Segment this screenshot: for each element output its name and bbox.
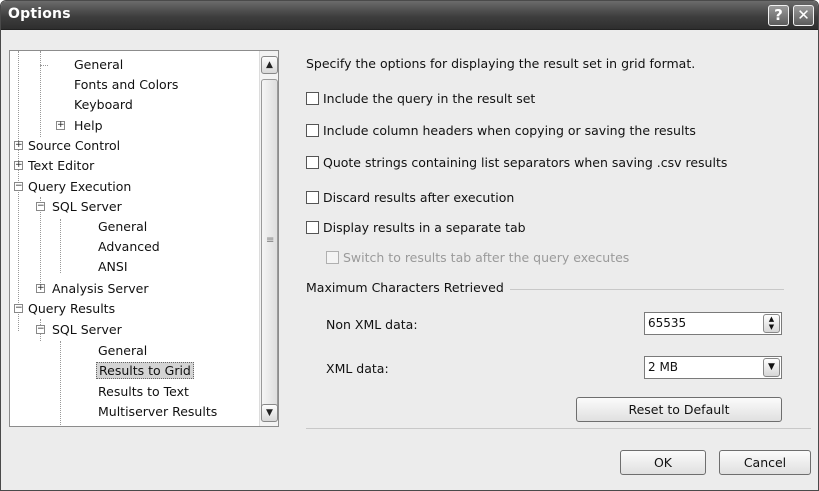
option-label: Discard results after execution	[323, 190, 515, 205]
group-title: Maximum Characters Retrieved	[306, 280, 510, 295]
non-xml-field[interactable]: 65535 ▲ ▼	[644, 312, 782, 335]
cancel-button[interactable]: Cancel	[719, 450, 811, 475]
option-label: Switch to results tab after the query ex…	[343, 250, 630, 265]
spinner-icon[interactable]: ▲ ▼	[763, 314, 780, 333]
scroll-thumb[interactable]: ≡	[261, 79, 278, 409]
tree-item-multiserver-results[interactable]: Multiserver Results	[62, 402, 217, 422]
title-bar[interactable]: Options ? ✕	[1, 1, 818, 30]
collapse-icon[interactable]: −	[14, 304, 23, 313]
quote-strings-option[interactable]: Quote strings containing list separators…	[306, 155, 727, 173]
tree-item-sql-server-execution[interactable]: − SQL Server	[32, 197, 122, 217]
expand-icon[interactable]: +	[14, 161, 23, 170]
tree-item-text-editor[interactable]: + Text Editor	[14, 156, 94, 176]
tree-item-ansi[interactable]: ANSI	[62, 257, 128, 277]
checkbox[interactable]	[306, 191, 319, 204]
dialog-title: Options	[8, 6, 71, 22]
tree-item-fonts-and-colors[interactable]: Fonts and Colors	[42, 75, 178, 95]
collapse-icon[interactable]: −	[14, 182, 23, 191]
checkbox[interactable]	[306, 124, 319, 137]
include-query-option[interactable]: Include the query in the result set	[306, 91, 535, 109]
tree-item-help[interactable]: + Help	[42, 116, 103, 136]
non-xml-label: Non XML data:	[326, 317, 418, 332]
expand-icon[interactable]: +	[56, 121, 65, 130]
tree-connector	[60, 341, 61, 426]
panel-description: Specify the options for displaying the r…	[306, 56, 696, 71]
xml-data-select[interactable]: 2 MB ▼	[644, 356, 782, 379]
expand-icon[interactable]: +	[14, 141, 23, 150]
tree-item-keyboard[interactable]: Keyboard	[42, 95, 133, 115]
xml-value: 2 MB	[648, 360, 679, 374]
help-button[interactable]: ?	[768, 5, 789, 26]
tree-item-execution-general[interactable]: General	[62, 217, 147, 237]
tree-item-query-execution[interactable]: − Query Execution	[14, 177, 131, 197]
ok-button[interactable]: OK	[620, 450, 706, 475]
switch-to-results-tab-option: Switch to results tab after the query ex…	[326, 250, 629, 268]
tree-item-general[interactable]: General	[40, 55, 123, 75]
discard-results-option[interactable]: Discard results after execution	[306, 190, 514, 208]
tree-item-advanced[interactable]: Advanced	[62, 237, 160, 257]
checkbox[interactable]	[306, 156, 319, 169]
option-label: Include column headers when copying or s…	[323, 123, 696, 138]
tree-item-results-general[interactable]: General	[62, 341, 147, 361]
checkbox	[326, 251, 339, 264]
options-tree: General Fonts and Colors Keyboard + Help…	[9, 50, 279, 427]
tree-scrollbar[interactable]: ▲ ≡ ▼	[259, 51, 278, 426]
chevron-down-icon[interactable]: ▼	[763, 358, 780, 377]
expand-icon[interactable]: +	[36, 284, 45, 293]
tree-connector	[40, 51, 41, 137]
grip-icon: ≡	[266, 235, 275, 246]
scroll-up-icon[interactable]: ▲	[261, 56, 278, 74]
checkbox[interactable]	[306, 92, 319, 105]
tree-item-source-control[interactable]: + Source Control	[14, 136, 120, 156]
tree-item-analysis-server[interactable]: + Analysis Server	[32, 279, 148, 299]
xml-label: XML data:	[326, 361, 389, 376]
collapse-icon[interactable]: −	[36, 202, 45, 211]
non-xml-value: 65535	[648, 316, 687, 330]
include-column-headers-option[interactable]: Include column headers when copying or s…	[306, 123, 696, 141]
tree-item-sql-server-results[interactable]: − SQL Server	[32, 320, 122, 340]
option-label: Include the query in the result set	[323, 91, 536, 106]
option-label: Display results in a separate tab	[323, 220, 526, 235]
tree-item-results-to-text[interactable]: Results to Text	[62, 382, 189, 402]
separate-tab-option[interactable]: Display results in a separate tab	[306, 220, 526, 238]
reset-to-default-button[interactable]: Reset to Default	[576, 397, 782, 422]
option-label: Quote strings containing list separators…	[323, 155, 728, 170]
tree-item-results-to-grid[interactable]: Results to Grid	[62, 361, 194, 381]
checkbox[interactable]	[306, 221, 319, 234]
close-button[interactable]: ✕	[793, 5, 814, 26]
scroll-down-icon[interactable]: ▼	[261, 404, 278, 422]
options-dialog: Options ? ✕ General Fonts and Colors Key…	[0, 0, 819, 491]
footer-divider	[306, 428, 811, 429]
tree-item-query-results[interactable]: − Query Results	[14, 299, 115, 319]
tree-connector	[60, 219, 61, 273]
collapse-icon[interactable]: −	[36, 325, 45, 334]
